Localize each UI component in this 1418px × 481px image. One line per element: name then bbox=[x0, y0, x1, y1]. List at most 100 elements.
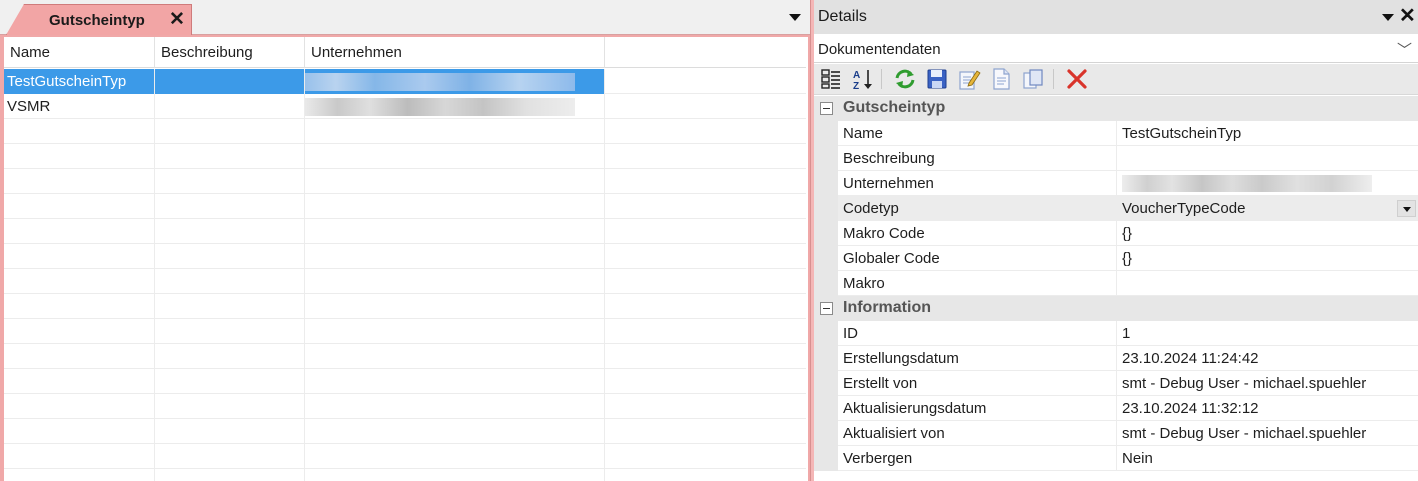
empty-table-row bbox=[4, 294, 806, 319]
property-row-name[interactable]: Name TestGutscheinTyp bbox=[814, 121, 1418, 146]
empty-cell bbox=[155, 244, 305, 269]
category-gutscheintyp[interactable]: Gutscheintyp bbox=[814, 96, 1418, 121]
property-value[interactable] bbox=[1117, 271, 1418, 296]
details-pane: Details ✕ Dokumentendaten ﹀ AZ Gutschein… bbox=[814, 0, 1418, 481]
empty-cell bbox=[155, 144, 305, 169]
tab-menu-button[interactable] bbox=[785, 10, 805, 26]
collapse-icon[interactable] bbox=[820, 302, 833, 315]
empty-cell bbox=[155, 119, 305, 144]
table-row[interactable]: TestGutscheinTyp bbox=[4, 69, 806, 94]
property-value[interactable]: VoucherTypeCode bbox=[1117, 196, 1418, 221]
row-gutter bbox=[814, 321, 838, 346]
category-information[interactable]: Information bbox=[814, 296, 1418, 321]
svg-text:A: A bbox=[853, 70, 860, 81]
edit-icon[interactable] bbox=[957, 67, 981, 91]
property-row-beschreibung[interactable]: Beschreibung bbox=[814, 146, 1418, 171]
empty-cell bbox=[4, 294, 155, 319]
property-name: Aktualisierungsdatum bbox=[838, 396, 1117, 421]
redacted-company bbox=[1122, 175, 1372, 192]
row-gutter bbox=[814, 271, 838, 296]
empty-table-row bbox=[4, 219, 806, 244]
empty-cell bbox=[4, 419, 155, 444]
empty-cell bbox=[305, 169, 605, 194]
empty-cell bbox=[305, 319, 605, 344]
property-value[interactable]: 23.10.2024 11:32:12 bbox=[1117, 396, 1418, 421]
empty-cell bbox=[155, 269, 305, 294]
column-header-name[interactable]: Name bbox=[4, 37, 155, 68]
empty-table-row bbox=[4, 444, 806, 469]
copy-icon[interactable] bbox=[1021, 67, 1045, 91]
codetyp-dropdown-button[interactable] bbox=[1397, 200, 1416, 217]
delete-icon[interactable] bbox=[1065, 67, 1089, 91]
row-gutter bbox=[814, 371, 838, 396]
property-name: Beschreibung bbox=[838, 146, 1117, 171]
empty-table-row bbox=[4, 469, 806, 481]
column-header-unternehmen[interactable]: Unternehmen bbox=[305, 37, 605, 68]
row-gutter bbox=[814, 346, 838, 371]
property-row-globaler-code[interactable]: Globaler Code {} bbox=[814, 246, 1418, 271]
empty-cell bbox=[4, 169, 155, 194]
property-value[interactable]: smt - Debug User - michael.spuehler bbox=[1117, 421, 1418, 446]
property-row-aktualisiert-von[interactable]: Aktualisiert von smt - Debug User - mich… bbox=[814, 421, 1418, 446]
property-value[interactable]: smt - Debug User - michael.spuehler bbox=[1117, 371, 1418, 396]
empty-cell bbox=[605, 244, 806, 269]
property-row-unternehmen[interactable]: Unternehmen bbox=[814, 171, 1418, 196]
tab-gutscheintyp[interactable]: Gutscheintyp ✕ bbox=[6, 4, 192, 35]
save-icon[interactable] bbox=[925, 67, 949, 91]
dropdown-value: Dokumentendaten bbox=[818, 41, 941, 58]
empty-cell bbox=[305, 444, 605, 469]
empty-cell bbox=[155, 294, 305, 319]
close-icon[interactable]: ✕ bbox=[169, 10, 185, 29]
svg-text:Z: Z bbox=[853, 81, 859, 91]
empty-cell bbox=[305, 419, 605, 444]
close-icon[interactable]: ✕ bbox=[1399, 5, 1416, 27]
property-name: Globaler Code bbox=[838, 246, 1117, 271]
categorized-view-icon[interactable] bbox=[819, 67, 843, 91]
empty-cell bbox=[4, 219, 155, 244]
data-grid[interactable]: Name Beschreibung Unternehmen TestGutsch… bbox=[4, 37, 806, 481]
empty-cell bbox=[305, 194, 605, 219]
property-name: Codetyp bbox=[838, 196, 1117, 221]
row-gutter bbox=[814, 221, 838, 246]
details-menu-button[interactable] bbox=[1380, 11, 1396, 25]
empty-cell bbox=[605, 269, 806, 294]
property-row-makro[interactable]: Makro bbox=[814, 271, 1418, 296]
collapse-icon[interactable] bbox=[820, 102, 833, 115]
property-value[interactable]: {} bbox=[1117, 221, 1418, 246]
property-value[interactable] bbox=[1117, 146, 1418, 171]
column-header-beschreibung[interactable]: Beschreibung bbox=[155, 37, 305, 68]
property-row-makro-code[interactable]: Makro Code {} bbox=[814, 221, 1418, 246]
document-data-dropdown[interactable]: Dokumentendaten ﹀ bbox=[814, 35, 1418, 63]
property-value[interactable]: TestGutscheinTyp bbox=[1117, 121, 1418, 146]
property-value[interactable]: {} bbox=[1117, 246, 1418, 271]
refresh-icon[interactable] bbox=[893, 67, 917, 91]
empty-cell bbox=[155, 169, 305, 194]
empty-cell bbox=[605, 319, 806, 344]
empty-cell bbox=[305, 119, 605, 144]
property-row-id[interactable]: ID 1 bbox=[814, 321, 1418, 346]
empty-cell bbox=[155, 444, 305, 469]
property-value[interactable]: 1 bbox=[1117, 321, 1418, 346]
empty-cell bbox=[305, 294, 605, 319]
empty-cell bbox=[4, 369, 155, 394]
property-row-erstellt-von[interactable]: Erstellt von smt - Debug User - michael.… bbox=[814, 371, 1418, 396]
property-row-codetyp[interactable]: Codetyp VoucherTypeCode bbox=[814, 196, 1418, 221]
property-name: Name bbox=[838, 121, 1117, 146]
empty-cell bbox=[4, 344, 155, 369]
property-value[interactable] bbox=[1117, 171, 1418, 196]
property-value[interactable]: 23.10.2024 11:24:42 bbox=[1117, 346, 1418, 371]
new-document-icon[interactable] bbox=[989, 67, 1013, 91]
cell-filler bbox=[605, 94, 806, 119]
property-row-aktualisierungsdatum[interactable]: Aktualisierungsdatum 23.10.2024 11:32:12 bbox=[814, 396, 1418, 421]
empty-cell bbox=[155, 344, 305, 369]
empty-table-row bbox=[4, 344, 806, 369]
sort-alphabetical-icon[interactable]: AZ bbox=[851, 67, 875, 92]
empty-table-row bbox=[4, 169, 806, 194]
empty-cell bbox=[4, 394, 155, 419]
property-value[interactable]: Nein bbox=[1117, 446, 1418, 471]
property-row-verbergen[interactable]: Verbergen Nein bbox=[814, 446, 1418, 471]
table-row[interactable]: VSMR bbox=[4, 94, 806, 119]
document-pane: Gutscheintyp ✕ Name Beschreibung Unterne… bbox=[0, 0, 812, 481]
property-row-erstellungsdatum[interactable]: Erstellungsdatum 23.10.2024 11:24:42 bbox=[814, 346, 1418, 371]
empty-cell bbox=[155, 419, 305, 444]
